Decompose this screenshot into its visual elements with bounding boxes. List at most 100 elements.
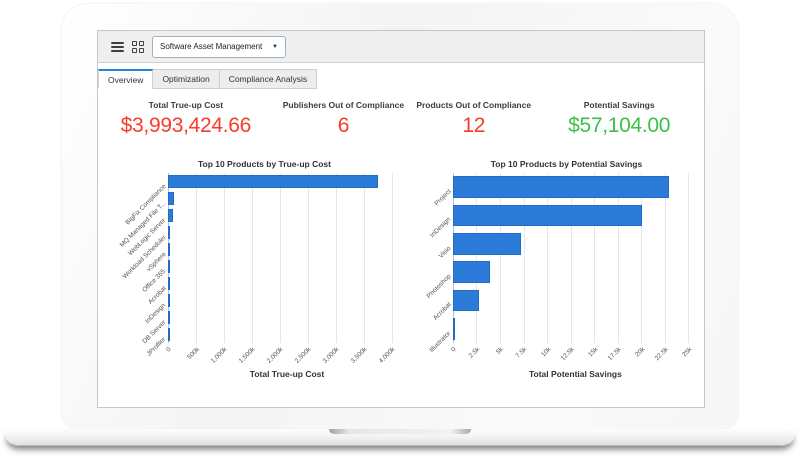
chart-row: BigFix Compliance [124,173,406,226]
kpi-value: 12 [462,114,486,137]
laptop-screen: Software Asset Management ▼ Overview Opt… [62,4,738,429]
x-tick-label: 3,500k [350,346,369,365]
category-label: Project [433,188,453,208]
x-axis-ticks: 0 500k 1,000k 1,500k 2,000k 2,500k 3,000k 3,500… [165,343,406,368]
x-tick-label: 12.5k [559,346,576,363]
tab-overview[interactable]: Overview [98,69,154,89]
chart-row: WebLogic Server [127,207,406,257]
kpi-publishers-out-of-compliance[interactable]: Publishers Out of Compliance 6 [274,95,413,153]
hamburger-bar [111,45,124,48]
chart-row: Acrobat [432,286,698,322]
kpi-total-true-up-cost[interactable]: Total True-up Cost $3,993,424.66 [98,95,274,153]
kpi-row: Total True-up Cost $3,993,424.66 Publish… [98,95,704,153]
x-tick-label: 15k [586,346,600,359]
x-tick-label: 22.5k [653,346,670,363]
apps-grid-icon[interactable] [132,40,144,53]
bar-office-365[interactable] [168,260,170,273]
kpi-value: 6 [337,114,350,137]
charts-row: Top 10 Products by True-up Cost BigFix C… [98,157,704,407]
category-label: Photoshop [425,273,453,301]
category-label: Acrobat [431,301,453,323]
x-tick-label: 3,000k [322,346,341,365]
bar-illustrator[interactable] [452,318,455,340]
bar-acrobat[interactable] [452,289,480,312]
hamburger-bar [111,41,124,44]
app-header: Software Asset Management ▼ [98,31,704,63]
x-tick-label: 1,000k [210,346,229,365]
dashboard-select-value: Software Asset Management [160,42,263,51]
chart-true-up-cost: Top 10 Products by True-up Cost BigFix C… [100,157,429,407]
grid-cell [132,47,137,53]
category-label: Illustrator [428,329,453,354]
kpi-products-out-of-compliance[interactable]: Products Out of Compliance 12 [413,95,534,153]
chart-row: Visio [438,230,698,260]
chart-row: vSphere [145,241,406,273]
bar-visio[interactable] [452,233,521,255]
tab-bar: Overview Optimization Compliance Analysi… [98,69,704,90]
chart-title: Top 10 Products by True-up Cost [197,159,331,169]
chevron-down-icon: ▼ [272,43,278,50]
x-axis-title: Total True-up Cost [249,369,325,379]
kpi-label: Potential Savings [583,100,655,110]
bar-jprofiler[interactable] [168,328,170,341]
x-tick-label: 5k [495,346,505,356]
x-tick-label: 0 [165,346,173,354]
bar-db-server[interactable] [168,311,170,324]
grid-cell [132,40,137,46]
bar-bigfix-compliance[interactable] [168,175,378,188]
laptop-base [5,429,795,446]
bar-vsphere[interactable] [168,243,170,256]
bar-photoshop[interactable] [452,261,490,283]
grid-cell [139,40,144,46]
kpi-value: $3,993,424.66 [120,114,252,137]
bar-workload-scheduler[interactable] [168,226,170,239]
laptop-mockup: Software Asset Management ▼ Overview Opt… [0,0,800,457]
chart-row: Illustrator [429,315,698,354]
dashboard-select[interactable]: Software Asset Management ▼ [152,35,286,58]
x-tick-label: 2,500k [294,346,313,365]
x-tick-label: 500k [186,346,201,361]
x-tick-label: 0 [450,346,458,354]
bar-indesign[interactable] [452,204,643,227]
x-tick-label: 17.5k [606,346,623,363]
dashboard-window: Software Asset Management ▼ Overview Opt… [97,30,705,408]
x-tick-label: 2,000k [266,346,285,365]
kpi-label: Total True-up Cost [148,100,224,110]
kpi-value: $57,104.00 [568,114,671,137]
kpi-label: Products Out of Compliance [416,100,532,110]
chart-row: Workload Scheduler [121,224,406,280]
bar-mq-managed-file-t-[interactable] [168,192,174,205]
bar-weblogic-server[interactable] [168,209,174,222]
tab-compliance-analysis[interactable]: Compliance Analysis [219,69,318,89]
chart-title: Top 10 Products by Potential Savings [490,159,643,169]
bar-acrobat[interactable] [168,277,170,290]
chart-row: MQ Managed File T... [119,190,406,248]
kpi-potential-savings[interactable]: Potential Savings $57,104.00 [534,95,704,153]
chart-row: DB Server [141,309,406,345]
chart-row: Photoshop [425,258,698,300]
x-tick-label: 1,500k [238,346,257,365]
hamburger-bar [111,49,124,52]
plot-area: Project InDesign Visio Photoshop Acrobat Illu… [425,173,698,354]
x-tick-label: 7.5k [514,346,529,360]
chart-row: JProfiler [146,326,406,357]
bar-indesign[interactable] [168,294,170,307]
chart-row: InDesign [144,292,406,325]
chart-row: Acrobat [147,275,406,305]
category-label: InDesign [429,216,453,240]
tab-optimization[interactable]: Optimization [153,69,220,89]
bar-project[interactable] [452,176,669,198]
x-tick-label: 25k [681,346,694,359]
category-label: Visio [437,244,453,260]
kpi-label: Publishers Out of Compliance [282,100,405,110]
grid-cell [139,47,144,53]
x-axis-ticks: 0 2.5k 5k 7.5k 10k 12.5k 15k 17.5k 20k 22.5k 25k [450,343,698,368]
chart-row: InDesign [429,201,698,240]
laptop-notch [329,429,471,434]
chart-row: Office 365 [142,258,406,293]
x-tick-label: 2.5k [467,346,482,360]
hamburger-menu-icon[interactable] [111,41,124,52]
x-tick-label: 20k [633,346,647,359]
chart-row: Project [433,173,698,207]
plot-area: BigFix Compliance MQ Managed File T... Web… [119,173,406,357]
